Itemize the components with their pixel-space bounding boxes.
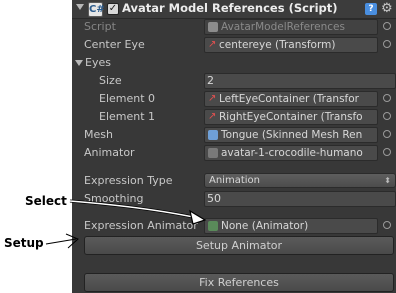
script-field: AvatarModelReferences — [204, 19, 378, 35]
component-enabled-checkbox[interactable]: ✓ — [107, 3, 119, 15]
inspector-panel: C# ✓ Avatar Model References (Script) ? … — [72, 0, 396, 293]
setup-annotation: Setup — [4, 236, 44, 250]
smoothing-label: Smoothing — [84, 192, 144, 205]
animator-icon — [208, 148, 218, 158]
object-picker-icon[interactable] — [383, 112, 391, 120]
eyes-row[interactable]: Eyes — [72, 54, 396, 72]
object-picker-icon[interactable] — [383, 221, 391, 229]
mesh-label: Mesh — [84, 128, 113, 141]
expression-type-label: Expression Type — [84, 174, 173, 187]
help-icon[interactable]: ? — [365, 3, 377, 15]
object-picker-icon[interactable] — [383, 130, 391, 138]
script-row: Script AvatarModelReferences — [72, 18, 396, 36]
component-title: Avatar Model References (Script) — [122, 1, 338, 15]
element-1-label: Element 1 — [99, 110, 156, 123]
center-eye-field[interactable]: ↗ centereye (Transform) — [204, 37, 378, 53]
expression-type-row: Expression Type Animation ⬍ — [72, 172, 396, 190]
setup-animator-button[interactable]: Setup Animator — [84, 236, 394, 255]
center-eye-label: Center Eye — [84, 38, 145, 51]
dropdown-arrow-icon: ⬍ — [384, 176, 391, 185]
element-0-row: Element 0 ↗ LeftEyeContainer (Transfor — [72, 90, 396, 108]
element-0-label: Element 0 — [99, 92, 156, 105]
fix-references-button[interactable]: Fix References — [84, 273, 394, 292]
element-1-row: Element 1 ↗ RightEyeContainer (Transfo — [72, 108, 396, 126]
transform-icon: ↗ — [208, 93, 217, 104]
select-annotation: Select — [25, 194, 67, 208]
expression-animator-row: Expression Animator None (Animator) — [72, 217, 396, 235]
center-eye-row: Center Eye ↗ centereye (Transform) — [72, 36, 396, 54]
smoothing-input[interactable]: 50 — [204, 191, 396, 207]
animator-icon — [208, 221, 218, 231]
gear-icon[interactable]: ⚙ — [381, 1, 393, 16]
expression-animator-field[interactable]: None (Animator) — [204, 218, 378, 234]
element-1-field[interactable]: ↗ RightEyeContainer (Transfo — [204, 109, 378, 125]
object-picker-icon[interactable] — [383, 94, 391, 102]
animator-field[interactable]: avatar-1-crocodile-humano — [204, 145, 378, 161]
component-header[interactable]: C# ✓ Avatar Model References (Script) ? … — [72, 0, 396, 19]
expression-type-dropdown[interactable]: Animation ⬍ — [204, 173, 396, 188]
animator-label: Animator — [84, 146, 135, 159]
eyes-label[interactable]: Eyes — [85, 56, 111, 69]
script-label: Script — [84, 20, 116, 33]
size-row: Size 2 — [72, 72, 396, 90]
object-picker-icon[interactable] — [383, 148, 391, 156]
script-file-icon — [208, 22, 218, 32]
smoothing-row: Smoothing 50 — [72, 190, 396, 208]
mesh-field[interactable]: Tongue (Skinned Mesh Ren — [204, 127, 378, 143]
expression-animator-label: Expression Animator — [84, 219, 198, 232]
object-picker-icon[interactable] — [383, 40, 391, 48]
element-0-field[interactable]: ↗ LeftEyeContainer (Transfor — [204, 91, 378, 107]
skinned-mesh-icon — [208, 130, 218, 140]
mesh-row: Mesh Tongue (Skinned Mesh Ren — [72, 126, 396, 144]
animator-row: Animator avatar-1-crocodile-humano — [72, 144, 396, 162]
transform-icon: ↗ — [208, 39, 217, 50]
foldout-arrow-icon[interactable] — [76, 4, 84, 10]
eyes-foldout-arrow-icon[interactable] — [75, 60, 83, 66]
size-input[interactable]: 2 — [204, 73, 396, 89]
object-picker-icon — [383, 22, 391, 30]
size-label: Size — [99, 74, 122, 87]
transform-icon: ↗ — [208, 111, 217, 122]
csharp-script-icon: C# — [88, 2, 105, 17]
